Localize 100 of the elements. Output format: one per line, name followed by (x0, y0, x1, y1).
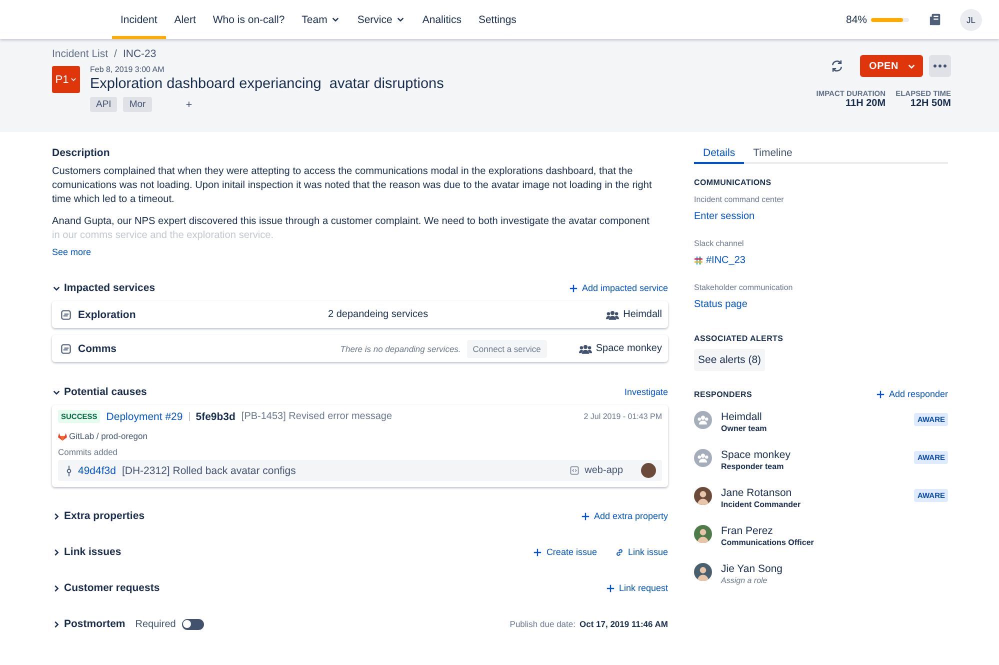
required-switch[interactable] (182, 618, 204, 630)
responder-name: Fran Perez (721, 525, 774, 537)
action-link[interactable]: Add extra property (580, 511, 668, 521)
responder-name: Jie Yan Song (721, 563, 784, 575)
more-button[interactable] (929, 55, 951, 77)
service-icon (60, 342, 72, 354)
due-date-label: Publish due date: (510, 619, 576, 629)
refresh-icon[interactable] (830, 59, 844, 73)
comm-link[interactable]: Status page (694, 299, 748, 310)
section-heading: RESPONDERS (694, 390, 752, 398)
repository-name: web-app (584, 465, 623, 476)
tag[interactable]: API (90, 97, 118, 112)
chevron-down-icon (907, 62, 916, 70)
service-name: Exploration (78, 308, 137, 320)
breadcrumb-current: INC-23 (122, 48, 156, 60)
metric-value: 11H 20M (846, 98, 886, 109)
hash-icon (694, 256, 703, 265)
nav-item[interactable]: Alert (166, 0, 204, 39)
chevron-icon (52, 512, 61, 520)
chevron-down-icon (70, 76, 77, 83)
section-toggle[interactable]: Postmortem (52, 618, 126, 630)
nav-item[interactable]: Analitics (414, 0, 470, 39)
comm-link[interactable]: #INC_23 (706, 255, 746, 266)
comm-link[interactable]: Enter session (694, 211, 755, 222)
chevron-icon (52, 620, 61, 628)
investigate-link[interactable]: Investigate (624, 387, 668, 397)
sidebar-tab[interactable]: Timeline (744, 147, 802, 164)
action-link[interactable]: Link request (606, 583, 668, 593)
see-more-link[interactable]: See more (52, 247, 668, 257)
section-toggle[interactable]: Customer requests (52, 582, 160, 594)
section-heading: COMMUNICATIONS (694, 178, 772, 187)
section-toggle[interactable]: Impacted services (52, 282, 156, 294)
responder-role: Responder team (721, 462, 785, 471)
priority-dropdown[interactable]: P1 (52, 66, 80, 93)
usage-reading: 84% (846, 14, 867, 26)
plus-icon (568, 284, 578, 292)
document-icon[interactable] (929, 13, 942, 26)
tag[interactable]: Mor (123, 97, 152, 112)
author-avatar (641, 463, 656, 478)
add-service-link[interactable]: Add impacted service (568, 283, 668, 293)
breadcrumb-separator: / (114, 48, 117, 60)
sidebar-tab[interactable]: Details (694, 147, 744, 164)
commit-message: [DH-2312] Rolled back avatar configs (122, 464, 297, 476)
chevron-icon (52, 388, 61, 396)
team-name: Space monkey (596, 343, 662, 354)
breadcrumb-link[interactable]: Incident List (52, 48, 108, 60)
commit-link[interactable]: 49d4f3d (78, 464, 116, 476)
source-text: GitLab / prod-oregon (69, 431, 148, 441)
service-icon (60, 308, 72, 320)
responder-role: Communications Officer (721, 538, 815, 547)
chevron-down-icon (331, 15, 340, 24)
status-dropdown[interactable]: OPEN (860, 55, 923, 77)
section-heading: ASSOCIATED ALERTS (694, 334, 784, 343)
section-title: Description (52, 147, 111, 159)
plus-icon (533, 548, 542, 556)
add-responder-link[interactable]: Add responder (876, 389, 948, 399)
dependents-text: There is no depanding services. (339, 344, 461, 354)
metric-value: 12H 50M (910, 98, 951, 109)
responder-name: Heimdall (721, 411, 763, 423)
nav-item[interactable]: Who is on-call? (204, 0, 294, 39)
link-icon (614, 548, 624, 556)
service-name: Comms (78, 342, 118, 354)
description-text: Anand Gupta, our NPS expert discovered this issue through a customer complaint. We need to both investigate the avatar component in our comms service and the exploration service. (52, 215, 650, 243)
incident-date: Feb 8, 2019 3:00 AM (90, 65, 166, 74)
nav-item[interactable]: Team (293, 0, 349, 39)
team-avatar (694, 449, 712, 467)
section-toggle[interactable]: Link issues (52, 546, 122, 558)
chevron-icon (52, 548, 61, 556)
responder-name: Space monkey (721, 449, 792, 461)
connect-service-button[interactable]: Connect a service (466, 340, 547, 358)
deployment-time: 2 Jul 2019 - 01:43 PM (584, 412, 662, 421)
field-label: Slack channel (694, 239, 745, 248)
due-date: Oct 17, 2019 11:46 AM (579, 619, 668, 629)
see-alerts-button[interactable]: See alerts (8) (694, 349, 766, 371)
responder-name: Jane Rotanson (721, 487, 793, 499)
nav-item[interactable]: Settings (470, 0, 525, 39)
commit-icon (66, 464, 72, 476)
section-toggle[interactable]: Potential causes (52, 386, 147, 398)
team-icon (578, 344, 592, 354)
action-link[interactable]: Create issue (533, 547, 597, 557)
description-text: Customers complained that when they were attepting to access the communications modal in the explorations dashboard, that the comunications was not loading. Upon initail inspection it was noted that the reason was due to the avatar image not loading in the right time which led to a timeout. (52, 165, 653, 207)
team-avatar (694, 411, 712, 429)
deployment-link[interactable]: Deployment #29 (106, 410, 183, 422)
team-icon (606, 310, 620, 320)
commit-hash: 5fe9b3d (196, 410, 236, 422)
plus-icon (606, 584, 615, 592)
nav-item[interactable]: Service (348, 0, 414, 39)
chevron-icon (52, 284, 61, 292)
responder-role: Incident Commander (721, 500, 802, 509)
plus-icon (580, 512, 590, 520)
add-tag-button[interactable]: + (186, 98, 192, 110)
dependents-text: 2 depandeing services (328, 309, 430, 320)
action-link[interactable]: Link issue (614, 547, 668, 557)
responder-role: Assign a role (721, 576, 768, 585)
commit-message: [PB-1453] Revised error message (241, 411, 394, 422)
section-toggle[interactable]: Extra properties (52, 510, 145, 522)
user-avatar[interactable]: JL (960, 8, 982, 30)
field-label: Stakeholder communication (694, 283, 794, 292)
more-icon (933, 64, 947, 68)
code-icon (570, 466, 579, 475)
